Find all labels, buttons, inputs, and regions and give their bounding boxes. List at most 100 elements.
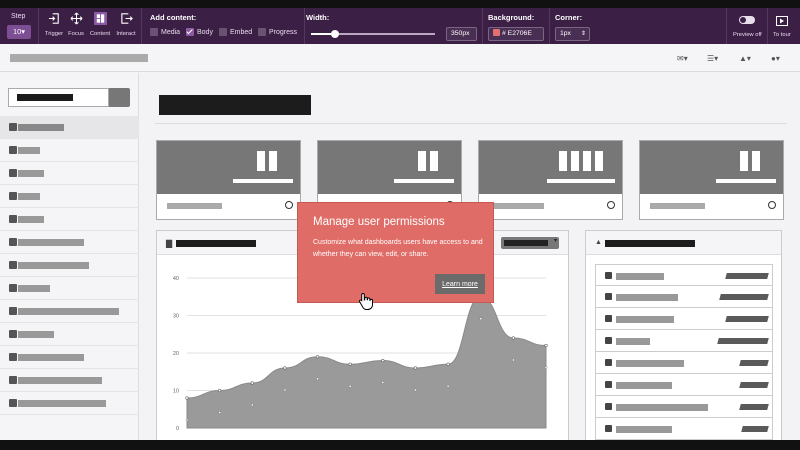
checkbox-box[interactable] xyxy=(150,28,158,36)
upload-icon xyxy=(605,359,612,366)
app-logo-placeholder xyxy=(10,54,148,62)
checkbox-box[interactable] xyxy=(258,28,266,36)
data-point-secondary xyxy=(544,366,548,369)
data-point-secondary xyxy=(250,403,254,407)
preview-toggle[interactable] xyxy=(739,16,755,24)
data-point xyxy=(218,388,222,393)
page-title-placeholder xyxy=(159,95,311,115)
stat-card[interactable] xyxy=(156,140,301,220)
stat-card[interactable] xyxy=(478,140,623,220)
data-point xyxy=(283,366,287,370)
toolbar-divider xyxy=(549,8,550,44)
toolbar-divider xyxy=(141,8,142,44)
bar-chart-icon: ▇ xyxy=(166,239,173,248)
corner-stepper[interactable]: 1px ⇕ xyxy=(555,27,590,41)
feed-panel-header: ▲ xyxy=(586,231,781,255)
learn-more-button[interactable]: Learn more xyxy=(435,274,485,294)
toolbar-divider xyxy=(482,8,483,44)
list-item[interactable] xyxy=(595,330,773,352)
sidebar-item[interactable] xyxy=(0,254,139,277)
sidebar-item[interactable] xyxy=(0,185,139,208)
content-tool[interactable]: Content xyxy=(86,12,114,37)
stat-card[interactable] xyxy=(639,140,784,220)
preview-label: Preview off xyxy=(733,32,762,38)
data-point xyxy=(511,336,515,340)
arrow-right-icon[interactable] xyxy=(768,201,776,209)
data-point-secondary xyxy=(348,384,352,388)
width-input[interactable]: 350px xyxy=(446,27,477,41)
mail-dropdown-icon[interactable]: ✉▾ xyxy=(677,54,688,63)
y-tick-label: 10 xyxy=(173,389,179,395)
sidebar-search xyxy=(8,88,130,107)
bell-icon: ▲ xyxy=(595,239,602,246)
step-select[interactable]: 10▾ xyxy=(7,25,31,39)
progress-checkbox[interactable]: Progress xyxy=(258,28,297,36)
sidebar-item[interactable] xyxy=(0,139,139,162)
trigger-icon xyxy=(48,13,59,24)
sidebar-item[interactable] xyxy=(0,323,139,346)
data-point-secondary xyxy=(283,388,287,392)
data-point xyxy=(348,362,352,366)
checkbox-label: Media xyxy=(161,28,181,36)
width-slider[interactable] xyxy=(311,30,435,38)
area-series xyxy=(186,296,547,429)
body-checkbox[interactable]: Body xyxy=(186,28,213,36)
focus-icon xyxy=(70,12,82,25)
background-title: Background: xyxy=(488,13,535,22)
arrow-right-icon[interactable] xyxy=(285,201,293,209)
list-item[interactable] xyxy=(595,396,773,418)
to-tour-icon[interactable] xyxy=(776,16,788,26)
data-point-secondary xyxy=(185,418,189,422)
data-point-secondary xyxy=(316,377,319,381)
stepper-arrows-icon[interactable]: ⇕ xyxy=(581,28,586,40)
list-item[interactable] xyxy=(595,264,773,286)
toolbar-divider xyxy=(38,8,39,44)
sidebar-item[interactable] xyxy=(0,116,139,139)
bolt-icon xyxy=(605,381,612,388)
sidebar xyxy=(0,73,139,440)
search-button[interactable] xyxy=(109,88,130,107)
data-point-secondary xyxy=(446,384,450,388)
search-input[interactable] xyxy=(8,88,109,107)
list-item[interactable] xyxy=(595,308,773,330)
sidebar-item[interactable] xyxy=(0,162,139,185)
toolbar-divider xyxy=(304,8,305,44)
user-dropdown-icon[interactable]: ●▾ xyxy=(771,54,780,63)
data-point xyxy=(544,343,548,348)
list-item[interactable] xyxy=(595,352,773,374)
app-frame: Step 10▾ Trigger Focus Content Interact … xyxy=(0,8,800,440)
hand-cursor-icon xyxy=(358,292,373,310)
feed-panel: ▲ xyxy=(585,230,782,440)
background-color-input[interactable]: # E2706E xyxy=(488,27,544,41)
checkbox-box[interactable] xyxy=(186,28,194,36)
y-tick-label: 30 xyxy=(173,314,179,320)
data-point xyxy=(250,381,254,385)
embed-checkbox[interactable]: Embed xyxy=(219,28,252,36)
to-tour-label[interactable]: To tour xyxy=(773,32,791,38)
color-swatch[interactable] xyxy=(493,29,500,36)
sidebar-item[interactable] xyxy=(0,346,139,369)
cart-icon xyxy=(605,425,612,432)
interact-tool[interactable]: Interact xyxy=(112,12,140,37)
list-item[interactable] xyxy=(595,286,773,308)
list-item[interactable] xyxy=(595,418,773,440)
sidebar-item[interactable] xyxy=(0,369,139,392)
sidebar-item[interactable] xyxy=(0,300,139,323)
bell-dropdown-icon[interactable]: ▲▾ xyxy=(739,54,751,63)
sidebar-item[interactable] xyxy=(0,208,139,231)
data-point-secondary xyxy=(512,358,515,362)
checkbox-box[interactable] xyxy=(219,28,227,36)
list-item[interactable] xyxy=(595,374,773,396)
sidebar-item[interactable] xyxy=(0,392,139,415)
envelope-icon xyxy=(605,315,612,322)
tasks-dropdown-icon[interactable]: ☰▾ xyxy=(707,54,718,63)
sidebar-item[interactable] xyxy=(0,231,139,254)
chart-range-dropdown[interactable]: ▾ xyxy=(501,237,559,249)
data-point xyxy=(413,366,418,370)
corner-value: 1px xyxy=(560,30,571,37)
tooltip-body: Customize what dashboards users have acc… xyxy=(313,239,483,258)
sidebar-item[interactable] xyxy=(0,277,139,300)
arrow-right-icon[interactable] xyxy=(607,201,615,209)
media-checkbox[interactable]: Media xyxy=(150,28,180,36)
width-slider-handle[interactable] xyxy=(330,30,339,38)
